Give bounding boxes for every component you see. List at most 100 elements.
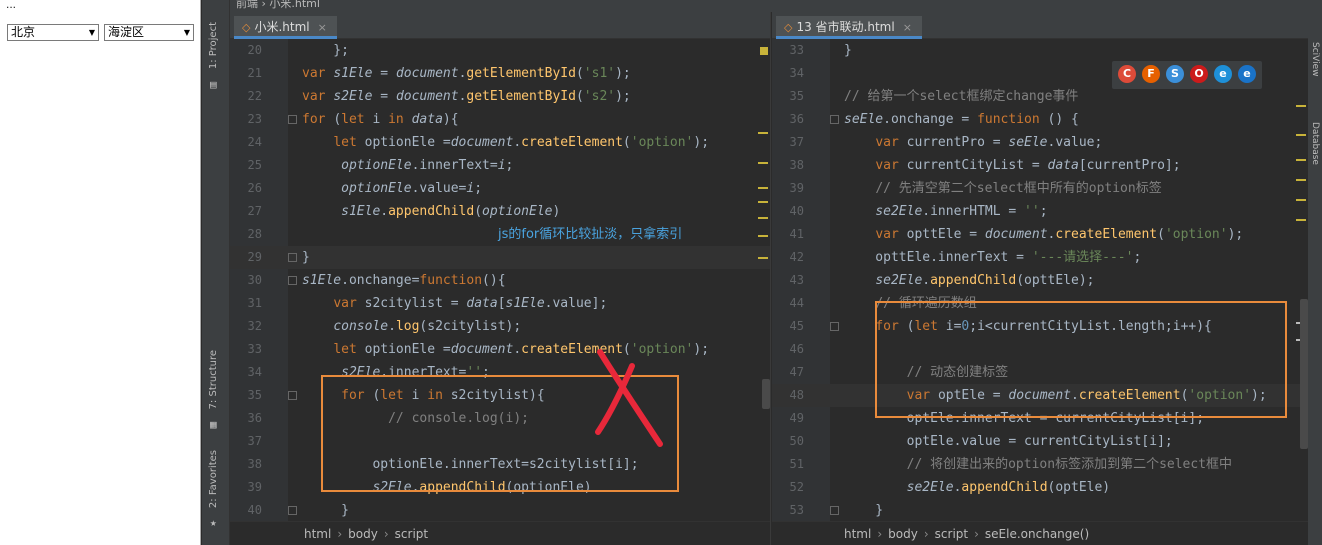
- right-marker-bar: [1294, 39, 1308, 521]
- fold-toggle-icon[interactable]: [830, 115, 839, 124]
- code-text: var currentPro = seEle.value;: [875, 135, 1103, 150]
- marker: [1296, 219, 1306, 221]
- code-line[interactable]: 33}: [772, 39, 1322, 62]
- tab-xiaomi-html[interactable]: ◇ 小米.html ×: [234, 16, 337, 39]
- right-tabbar: ◇ 13 省市联动.html ×: [772, 12, 1322, 39]
- marker: [1296, 134, 1306, 136]
- line-number: 40: [789, 204, 804, 218]
- code-line[interactable]: 24 let optionEle =document.createElement…: [230, 131, 770, 154]
- line-number: 34: [789, 66, 804, 80]
- code-text: console.log(s2citylist);: [333, 319, 522, 334]
- line-number: 29: [247, 250, 262, 264]
- breadcrumb-item[interactable]: script: [935, 527, 968, 541]
- code-line[interactable]: 40 se2Ele.innerHTML = '';: [772, 200, 1322, 223]
- breadcrumb-item[interactable]: html: [304, 527, 331, 541]
- right-code-area[interactable]: 33} 34 35 // 给第一个select框绑定change事件 36 seEle.o…: [772, 39, 1322, 521]
- line-number: 50: [789, 434, 804, 448]
- line-number: 23: [247, 112, 262, 126]
- code-line[interactable]: 39 // 先清空第二个select框中所有的option标签: [772, 177, 1322, 200]
- code-line[interactable]: 36 seEle.onchange = function () {: [772, 108, 1322, 131]
- code-line[interactable]: 43 se2Ele.appendChild(opttEle);: [772, 269, 1322, 292]
- fold-toggle-icon[interactable]: [830, 322, 839, 331]
- code-line[interactable]: 20 };: [230, 39, 770, 62]
- code-text: // 给第一个select框绑定change事件: [844, 89, 1079, 104]
- code-line[interactable]: 27 s1Ele.appendChild(optionEle): [230, 200, 770, 223]
- line-number: 44: [789, 296, 804, 310]
- code-text: var s1Ele = document.getElementById('s1'…: [302, 66, 631, 81]
- code-line[interactable]: 51 // 将创建出来的option标签添加到第二个select框中: [772, 453, 1322, 476]
- annotation-text: js的for循环比较扯淡，只拿索引: [498, 227, 683, 242]
- code-text: s1Ele.appendChild(optionEle): [341, 204, 561, 219]
- line-number: 49: [789, 411, 804, 425]
- folder-icon: ▤: [210, 78, 217, 91]
- project-tab[interactable]: 1: Project: [208, 22, 219, 69]
- breadcrumb-item[interactable]: html: [844, 527, 871, 541]
- firefox-icon[interactable]: F: [1142, 65, 1160, 83]
- line-number: 33: [789, 43, 804, 57]
- code-line[interactable]: 32 console.log(s2citylist);: [230, 315, 770, 338]
- code-text: for (let i in data){: [302, 112, 459, 127]
- code-line[interactable]: 52 se2Ele.appendChild(optEle): [772, 476, 1322, 499]
- code-line[interactable]: 37 var currentPro = seEle.value;: [772, 131, 1322, 154]
- code-line[interactable]: 33 let optionEle =document.createElement…: [230, 338, 770, 361]
- code-line[interactable]: 23 for (let i in data){: [230, 108, 770, 131]
- fold-toggle-icon[interactable]: [288, 391, 297, 400]
- code-line[interactable]: 38 var currentCityList = data[currentPro…: [772, 154, 1322, 177]
- code-line[interactable]: 42 opttEle.innerText = '---请选择---';: [772, 246, 1322, 269]
- tab-province-city-html[interactable]: ◇ 13 省市联动.html ×: [776, 16, 922, 39]
- code-line[interactable]: 41 var opttEle = document.createElement(…: [772, 223, 1322, 246]
- breadcrumb-item[interactable]: script: [395, 527, 428, 541]
- sciview-tab[interactable]: SciView: [1310, 42, 1320, 77]
- marker: [1296, 159, 1306, 161]
- favorites-tab[interactable]: 2: Favorites: [208, 450, 219, 508]
- fold-toggle-icon[interactable]: [830, 506, 839, 515]
- code-line[interactable]: 25 optionEle.innerText=i;: [230, 154, 770, 177]
- star-icon: ★: [210, 516, 217, 529]
- right-scrollbar[interactable]: [1300, 299, 1308, 449]
- code-line[interactable]: 50 optEle.value = currentCityList[i];: [772, 430, 1322, 453]
- breadcrumb-separator: ›: [974, 527, 979, 541]
- html-file-icon: ◇: [242, 21, 251, 34]
- edge-icon[interactable]: e: [1238, 65, 1256, 83]
- fold-toggle-icon[interactable]: [288, 506, 297, 515]
- province-select[interactable]: 北京 ▼: [7, 24, 99, 41]
- line-number: 52: [789, 480, 804, 494]
- opera-icon[interactable]: O: [1190, 65, 1208, 83]
- fold-toggle-icon[interactable]: [288, 115, 297, 124]
- breadcrumb-separator: ›: [877, 527, 883, 541]
- chevron-down-icon: ▼: [183, 28, 190, 37]
- code-line[interactable]: 53 }: [772, 499, 1322, 521]
- code-line[interactable]: 30 s1Ele.onchange=function(){: [230, 269, 770, 292]
- code-line[interactable]: 22 var s2Ele = document.getElementById('s…: [230, 85, 770, 108]
- breadcrumb-item[interactable]: body: [348, 527, 378, 541]
- ie-icon[interactable]: e: [1214, 65, 1232, 83]
- close-icon[interactable]: ×: [903, 21, 912, 34]
- code-line[interactable]: 29}: [230, 246, 770, 269]
- code-line[interactable]: 31 var s2citylist = data[s1Ele.value];: [230, 292, 770, 315]
- close-icon[interactable]: ×: [318, 21, 327, 34]
- marker: [758, 132, 768, 134]
- code-line[interactable]: 21 var s1Ele = document.getElementById('s…: [230, 62, 770, 85]
- code-line[interactable]: 26 optionEle.value=i;: [230, 177, 770, 200]
- tab-label: 小米.html: [254, 20, 310, 34]
- line-number: 33: [247, 342, 262, 356]
- database-tab[interactable]: Database: [1310, 122, 1320, 165]
- code-text: se2Ele.appendChild(opttEle);: [875, 273, 1095, 288]
- right-breadcrumbs: html › body › script › seEle.onchange(): [772, 521, 1322, 545]
- browser-icons-popup: CFSOee: [1112, 61, 1262, 89]
- chrome-icon[interactable]: C: [1118, 65, 1136, 83]
- breadcrumb-item[interactable]: body: [888, 527, 918, 541]
- fold-toggle-icon[interactable]: [288, 253, 297, 262]
- code-text: var s2Ele = document.getElementById('s2'…: [302, 89, 631, 104]
- fold-toggle-icon[interactable]: [288, 276, 297, 285]
- left-scrollbar[interactable]: [762, 379, 770, 409]
- safari-icon[interactable]: S: [1166, 65, 1184, 83]
- code-text: se2Ele.appendChild(optEle): [906, 480, 1111, 495]
- cross-mark-icon: [595, 349, 663, 447]
- code-line[interactable]: 40 }: [230, 499, 770, 521]
- structure-tab[interactable]: 7: Structure: [208, 350, 219, 409]
- line-number: 34: [247, 365, 262, 379]
- marker: [758, 257, 768, 259]
- breadcrumb-item[interactable]: seEle.onchange(): [985, 527, 1089, 541]
- district-select[interactable]: 海淀区 ▼: [104, 24, 194, 41]
